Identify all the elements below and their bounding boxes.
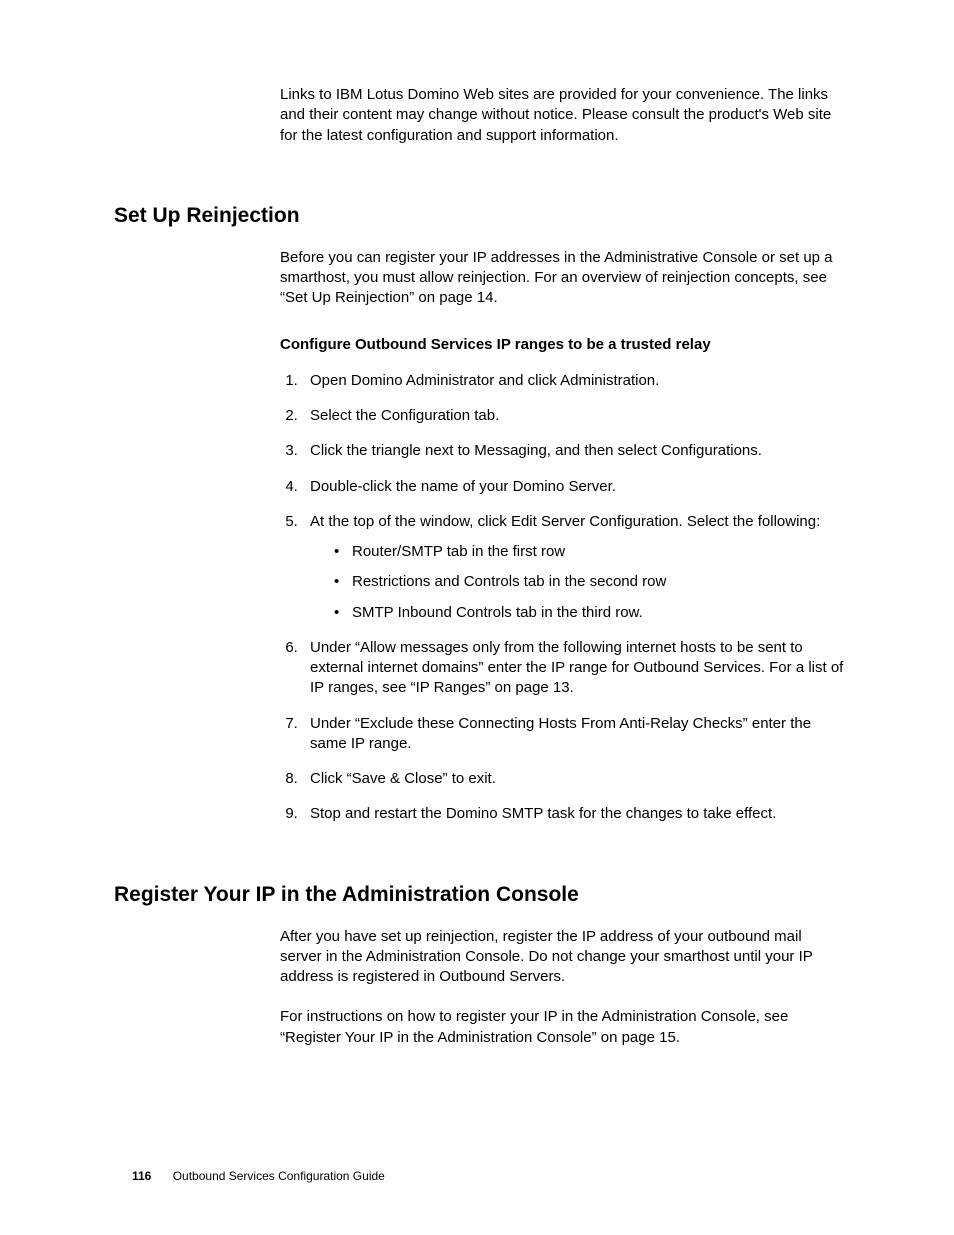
step-5c: SMTP Inbound Controls tab in the third r… (336, 603, 844, 623)
section1-subhead: Configure Outbound Services IP ranges to… (280, 335, 844, 355)
document-page: Links to IBM Lotus Domino Web sites are … (0, 0, 954, 1235)
step-5-sublist: Router/SMTP tab in the first row Restric… (310, 542, 844, 623)
section-heading-register: Register Your IP in the Administration C… (114, 883, 954, 907)
section2-para2: For instructions on how to register your… (280, 1007, 844, 1048)
footer-title: Outbound Services Configuration Guide (173, 1169, 385, 1183)
step-5: At the top of the window, click Edit Ser… (302, 512, 844, 623)
step-5b: Restrictions and Controls tab in the sec… (336, 572, 844, 592)
section-heading-reinjection: Set Up Reinjection (114, 204, 954, 228)
step-5a: Router/SMTP tab in the first row (336, 542, 844, 562)
step-3: Click the triangle next to Messaging, an… (302, 441, 844, 461)
step-6: Under “Allow messages only from the foll… (302, 638, 844, 699)
intro-paragraph: Links to IBM Lotus Domino Web sites are … (280, 0, 844, 146)
step-9: Stop and restart the Domino SMTP task fo… (302, 804, 844, 824)
page-footer: 116 Outbound Services Configuration Guid… (132, 1169, 385, 1183)
step-1: Open Domino Administrator and click Admi… (302, 371, 844, 391)
step-5-text: At the top of the window, click Edit Ser… (310, 513, 820, 530)
step-7: Under “Exclude these Connecting Hosts Fr… (302, 714, 844, 755)
step-4: Double-click the name of your Domino Ser… (302, 477, 844, 497)
section2-para1: After you have set up reinjection, regis… (280, 927, 844, 988)
page-number: 116 (132, 1169, 151, 1183)
steps-list: Open Domino Administrator and click Admi… (302, 371, 844, 825)
step-8: Click “Save & Close” to exit. (302, 769, 844, 789)
step-2: Select the Configuration tab. (302, 406, 844, 426)
section1-intro: Before you can register your IP addresse… (280, 248, 844, 309)
